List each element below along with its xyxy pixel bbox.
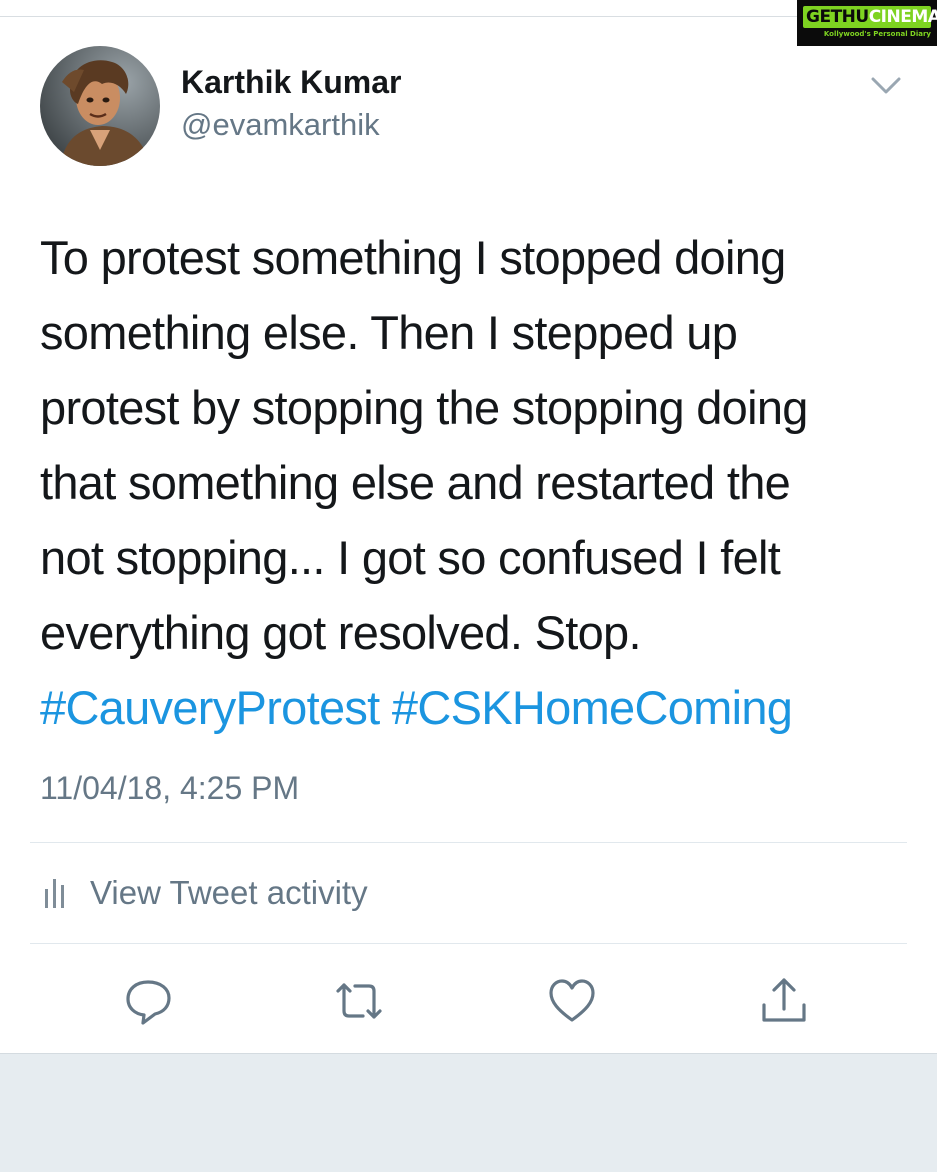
display-name[interactable]: Karthik Kumar xyxy=(181,64,402,101)
hashtag-line: #CauveryProtest #CSKHomeComing xyxy=(40,670,920,745)
view-tweet-activity-link[interactable]: View Tweet activity xyxy=(42,870,368,916)
watermark-logo: GETHUCINEMA Kollywood's Personal Diary xyxy=(797,0,937,46)
reply-icon[interactable] xyxy=(122,975,174,1027)
hashtag-link[interactable]: #CSKHomeComing xyxy=(392,681,793,734)
tweet-line: not stopping... I got so confused I felt xyxy=(40,531,781,584)
avatar[interactable] xyxy=(40,46,160,166)
divider xyxy=(30,842,907,843)
share-icon[interactable] xyxy=(758,975,810,1027)
tweet-timestamp[interactable]: 11/04/18, 4:25 PM xyxy=(40,770,299,807)
tweet-text: To protest something I stopped doing som… xyxy=(40,220,920,745)
tweet-line: everything got resolved. Stop. xyxy=(40,606,642,659)
retweet-icon[interactable] xyxy=(333,975,385,1027)
watermark-tagline: Kollywood's Personal Diary xyxy=(823,30,931,38)
tweet-line: protest by stopping the stopping doing xyxy=(40,381,808,434)
tweet-line: To protest something I stopped doing xyxy=(40,231,786,284)
watermark-brand: GETHUCINEMA xyxy=(803,6,937,28)
bar-chart-icon xyxy=(45,879,64,908)
footer-background xyxy=(0,1053,937,1172)
activity-label: View Tweet activity xyxy=(90,874,368,911)
hashtag-link[interactable]: #CauveryProtest xyxy=(40,681,380,734)
tweet-line: that something else and restarted the xyxy=(40,456,791,509)
like-icon[interactable] xyxy=(546,975,598,1027)
chevron-down-icon[interactable] xyxy=(868,72,904,100)
tweet-line: something else. Then I stepped up xyxy=(40,306,738,359)
handle[interactable]: @evamkarthik xyxy=(181,107,380,143)
divider xyxy=(30,943,907,944)
